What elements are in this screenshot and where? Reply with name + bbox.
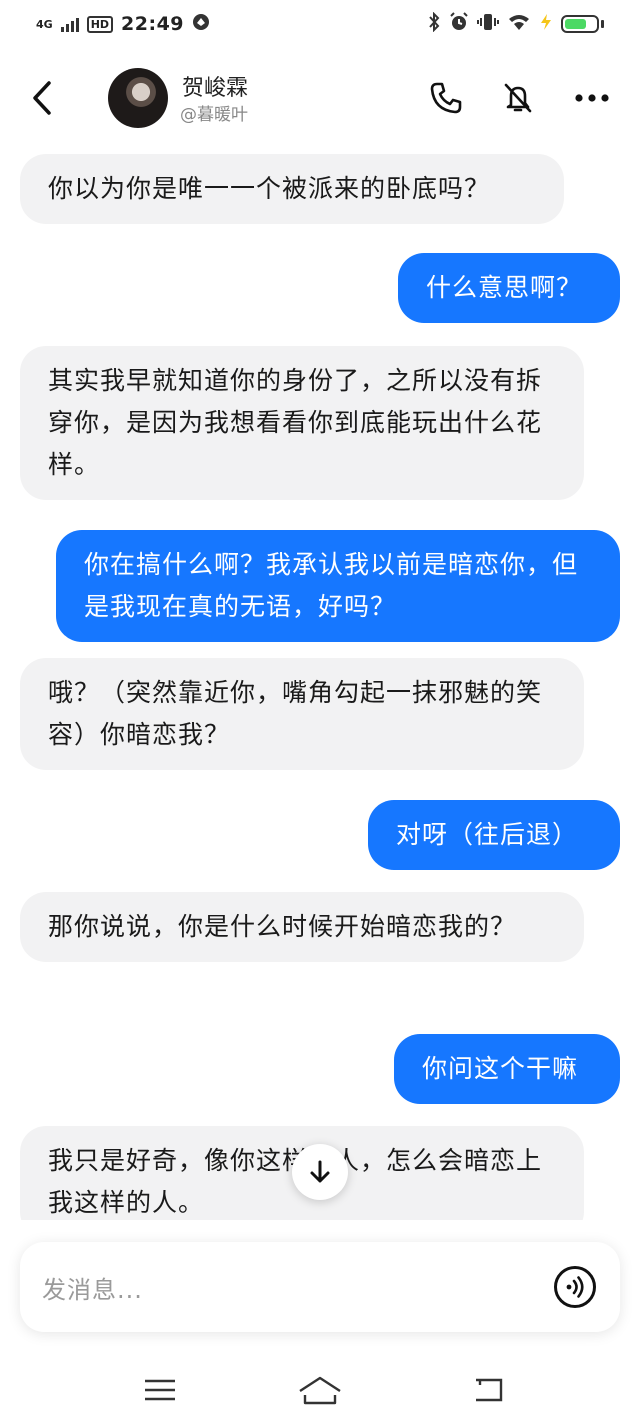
scroll-to-bottom-button[interactable]	[292, 1144, 348, 1200]
hd-badge: HD	[86, 15, 114, 33]
vibrate-icon	[477, 12, 499, 37]
message-text: 其实我早就知道你的身份了，之所以没有拆穿你，是因为我想看看你到底能玩出什么花样。	[48, 366, 543, 479]
alarm-icon	[449, 11, 469, 37]
contact-name: 贺峻霖	[182, 76, 249, 101]
app-notification-icon	[192, 13, 210, 36]
message-text: 那你说说，你是什么时候开始暗恋我的？	[48, 912, 517, 941]
phone-icon	[430, 82, 462, 114]
message-text: 你问这个干嘛	[422, 1054, 579, 1083]
mute-icon	[504, 83, 532, 113]
back-arrow-icon	[33, 81, 51, 115]
back-button[interactable]	[22, 76, 62, 120]
message-text: 什么意思啊？	[426, 273, 583, 302]
wifi-icon	[507, 13, 531, 36]
signal-icon	[60, 16, 79, 32]
menu-icon	[145, 1379, 175, 1401]
battery-tip	[601, 20, 604, 28]
message-outgoing[interactable]: 什么意思啊？	[398, 253, 620, 323]
back-nav-button[interactable]	[466, 1370, 510, 1410]
contact-handle: @暮暖叶	[180, 105, 248, 125]
home-nav-button[interactable]	[298, 1370, 342, 1410]
message-composer[interactable]: 发消息...	[20, 1242, 620, 1332]
charging-icon	[539, 13, 553, 36]
status-time: 22:49	[121, 13, 185, 35]
mute-button[interactable]	[498, 78, 538, 118]
message-incoming[interactable]: 你以为你是唯一一个被派来的卧底吗？	[20, 154, 564, 224]
message-text: 你以为你是唯一一个被派来的卧底吗？	[48, 174, 491, 203]
message-text: 你在搞什么啊？我承认我以前是暗恋你，但是我现在真的无语，好吗？	[84, 550, 579, 621]
battery-fill	[565, 19, 586, 29]
battery-icon	[561, 15, 599, 33]
message-text: 对呀（往后退）	[396, 820, 579, 849]
status-left: 4G HD 22:49	[36, 13, 210, 36]
voice-icon	[566, 1276, 584, 1298]
menu-nav-button[interactable]	[138, 1370, 182, 1410]
arrow-down-icon	[310, 1160, 330, 1183]
bluetooth-icon	[427, 11, 441, 37]
message-input[interactable]: 发消息...	[42, 1270, 143, 1305]
message-incoming[interactable]: 那你说说，你是什么时候开始暗恋我的？	[20, 892, 584, 962]
message-outgoing[interactable]: 对呀（往后退）	[368, 800, 620, 870]
status-right	[427, 11, 604, 37]
home-icon	[299, 1376, 341, 1405]
system-nav-bar	[0, 1360, 640, 1420]
message-incoming[interactable]: 哦？（突然靠近你，嘴角勾起一抹邪魅的笑容）你暗恋我？	[20, 658, 584, 770]
message-list[interactable]: 你以为你是唯一一个被派来的卧底吗？ 什么意思啊？ 其实我早就知道你的身份了，之所…	[0, 150, 640, 1220]
more-icon	[575, 94, 609, 102]
voice-button[interactable]	[554, 1266, 596, 1308]
avatar[interactable]	[108, 68, 168, 128]
status-bar: 4G HD 22:49	[0, 0, 640, 48]
message-outgoing[interactable]: 你问这个干嘛	[394, 1034, 620, 1104]
message-text: 哦？（突然靠近你，嘴角勾起一抹邪魅的笑容）你暗恋我？	[48, 678, 543, 749]
network-label: 4G	[36, 17, 53, 31]
back-nav-icon	[476, 1378, 503, 1402]
call-button[interactable]	[426, 78, 466, 118]
message-outgoing[interactable]: 你在搞什么啊？我承认我以前是暗恋你，但是我现在真的无语，好吗？	[56, 530, 620, 642]
more-button[interactable]	[572, 78, 612, 118]
chat-header: 贺峻霖 @暮暖叶	[0, 62, 640, 138]
message-incoming[interactable]: 其实我早就知道你的身份了，之所以没有拆穿你，是因为我想看看你到底能玩出什么花样。	[20, 346, 584, 500]
